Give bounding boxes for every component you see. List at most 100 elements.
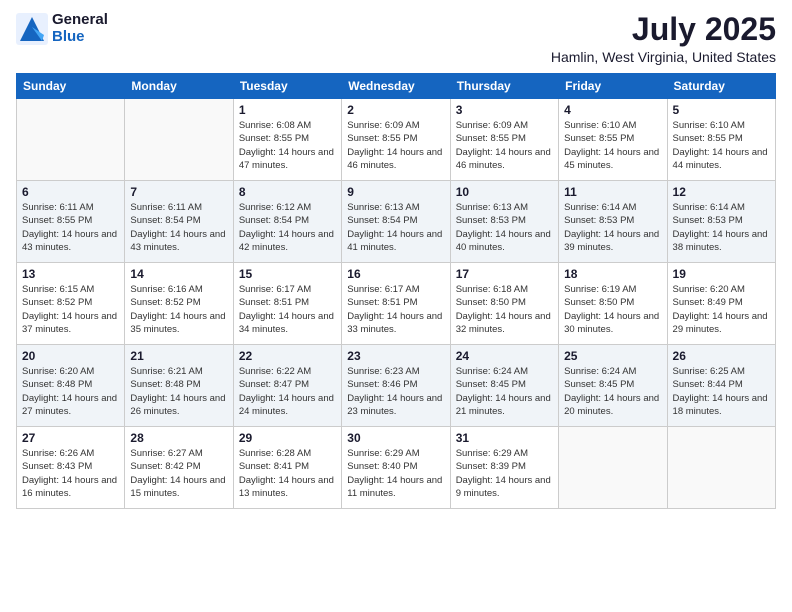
day-info: Sunrise: 6:08 AM Sunset: 8:55 PM Dayligh… xyxy=(239,119,336,172)
col-wednesday: Wednesday xyxy=(342,74,450,99)
day-number: 30 xyxy=(347,431,444,445)
day-info: Sunrise: 6:23 AM Sunset: 8:46 PM Dayligh… xyxy=(347,365,444,418)
day-info: Sunrise: 6:17 AM Sunset: 8:51 PM Dayligh… xyxy=(347,283,444,336)
day-number: 27 xyxy=(22,431,119,445)
table-row: 19 Sunrise: 6:20 AM Sunset: 8:49 PM Dayli… xyxy=(667,263,775,345)
logo: General Blue xyxy=(16,12,108,45)
table-row: 31 Sunrise: 6:29 AM Sunset: 8:39 PM Dayli… xyxy=(450,427,558,509)
day-info: Sunrise: 6:24 AM Sunset: 8:45 PM Dayligh… xyxy=(456,365,553,418)
day-number: 12 xyxy=(673,185,770,199)
logo-text: General Blue xyxy=(52,12,108,45)
day-info: Sunrise: 6:20 AM Sunset: 8:48 PM Dayligh… xyxy=(22,365,119,418)
table-row: 29 Sunrise: 6:28 AM Sunset: 8:41 PM Dayli… xyxy=(233,427,341,509)
table-row: 14 Sunrise: 6:16 AM Sunset: 8:52 PM Dayli… xyxy=(125,263,233,345)
table-row: 25 Sunrise: 6:24 AM Sunset: 8:45 PM Dayli… xyxy=(559,345,667,427)
day-info: Sunrise: 6:29 AM Sunset: 8:40 PM Dayligh… xyxy=(347,447,444,500)
day-info: Sunrise: 6:16 AM Sunset: 8:52 PM Dayligh… xyxy=(130,283,227,336)
table-row: 23Sunrise: 6:23 AM Sunset: 8:46 PM Dayli… xyxy=(342,345,450,427)
day-number: 3 xyxy=(456,103,553,117)
col-monday: Monday xyxy=(125,74,233,99)
day-number: 6 xyxy=(22,185,119,199)
calendar-week-row: 27 Sunrise: 6:26 AM Sunset: 8:43 PM Dayli… xyxy=(17,427,776,509)
table-row: 22 Sunrise: 6:22 AM Sunset: 8:47 PM Dayli… xyxy=(233,345,341,427)
day-info: Sunrise: 6:29 AM Sunset: 8:39 PM Dayligh… xyxy=(456,447,553,500)
header: General Blue July 2025 Hamlin, West Virg… xyxy=(16,12,776,65)
day-number: 4 xyxy=(564,103,661,117)
day-number: 11 xyxy=(564,185,661,199)
day-number: 19 xyxy=(673,267,770,281)
day-info: Sunrise: 6:25 AM Sunset: 8:44 PM Dayligh… xyxy=(673,365,770,418)
day-info: Sunrise: 6:15 AM Sunset: 8:52 PM Dayligh… xyxy=(22,283,119,336)
logo-general: General xyxy=(52,12,108,29)
day-info: Sunrise: 6:18 AM Sunset: 8:50 PM Dayligh… xyxy=(456,283,553,336)
table-row: 6 Sunrise: 6:11 AM Sunset: 8:55 PM Daylig… xyxy=(17,181,125,263)
table-row: 26 Sunrise: 6:25 AM Sunset: 8:44 PM Dayli… xyxy=(667,345,775,427)
table-row: 8 Sunrise: 6:12 AM Sunset: 8:54 PM Daylig… xyxy=(233,181,341,263)
table-row: 3 Sunrise: 6:09 AM Sunset: 8:55 PM Daylig… xyxy=(450,99,558,181)
day-number: 24 xyxy=(456,349,553,363)
day-info: Sunrise: 6:12 AM Sunset: 8:54 PM Dayligh… xyxy=(239,201,336,254)
logo-icon xyxy=(16,13,48,45)
day-info: Sunrise: 6:09 AM Sunset: 8:55 PM Dayligh… xyxy=(347,119,444,172)
day-info: Sunrise: 6:24 AM Sunset: 8:45 PM Dayligh… xyxy=(564,365,661,418)
day-info: Sunrise: 6:19 AM Sunset: 8:50 PM Dayligh… xyxy=(564,283,661,336)
table-row: 5 Sunrise: 6:10 AM Sunset: 8:55 PM Daylig… xyxy=(667,99,775,181)
table-row: 16 Sunrise: 6:17 AM Sunset: 8:51 PM Dayli… xyxy=(342,263,450,345)
table-row xyxy=(667,427,775,509)
day-number: 13 xyxy=(22,267,119,281)
calendar-week-row: 13 Sunrise: 6:15 AM Sunset: 8:52 PM Dayli… xyxy=(17,263,776,345)
table-row: 20Sunrise: 6:20 AM Sunset: 8:48 PM Dayli… xyxy=(17,345,125,427)
day-info: Sunrise: 6:11 AM Sunset: 8:54 PM Dayligh… xyxy=(130,201,227,254)
table-row: 2Sunrise: 6:09 AM Sunset: 8:55 PM Daylig… xyxy=(342,99,450,181)
day-info: Sunrise: 6:11 AM Sunset: 8:55 PM Dayligh… xyxy=(22,201,119,254)
day-number: 31 xyxy=(456,431,553,445)
day-number: 22 xyxy=(239,349,336,363)
day-info: Sunrise: 6:10 AM Sunset: 8:55 PM Dayligh… xyxy=(673,119,770,172)
calendar-week-row: 1Sunrise: 6:08 AM Sunset: 8:55 PM Daylig… xyxy=(17,99,776,181)
day-info: Sunrise: 6:26 AM Sunset: 8:43 PM Dayligh… xyxy=(22,447,119,500)
day-number: 25 xyxy=(564,349,661,363)
day-number: 29 xyxy=(239,431,336,445)
day-info: Sunrise: 6:22 AM Sunset: 8:47 PM Dayligh… xyxy=(239,365,336,418)
table-row: 30 Sunrise: 6:29 AM Sunset: 8:40 PM Dayli… xyxy=(342,427,450,509)
day-number: 8 xyxy=(239,185,336,199)
day-number: 21 xyxy=(130,349,227,363)
day-info: Sunrise: 6:21 AM Sunset: 8:48 PM Dayligh… xyxy=(130,365,227,418)
table-row xyxy=(17,99,125,181)
day-number: 18 xyxy=(564,267,661,281)
table-row: 28Sunrise: 6:27 AM Sunset: 8:42 PM Dayli… xyxy=(125,427,233,509)
table-row: 18 Sunrise: 6:19 AM Sunset: 8:50 PM Dayli… xyxy=(559,263,667,345)
day-number: 26 xyxy=(673,349,770,363)
col-saturday: Saturday xyxy=(667,74,775,99)
day-number: 5 xyxy=(673,103,770,117)
calendar-week-row: 20Sunrise: 6:20 AM Sunset: 8:48 PM Dayli… xyxy=(17,345,776,427)
day-info: Sunrise: 6:17 AM Sunset: 8:51 PM Dayligh… xyxy=(239,283,336,336)
table-row: 11 Sunrise: 6:14 AM Sunset: 8:53 PM Dayli… xyxy=(559,181,667,263)
day-number: 10 xyxy=(456,185,553,199)
day-info: Sunrise: 6:13 AM Sunset: 8:54 PM Dayligh… xyxy=(347,201,444,254)
page: General Blue July 2025 Hamlin, West Virg… xyxy=(0,0,792,612)
day-number: 28 xyxy=(130,431,227,445)
table-row: 4Sunrise: 6:10 AM Sunset: 8:55 PM Daylig… xyxy=(559,99,667,181)
calendar: Sunday Monday Tuesday Wednesday Thursday… xyxy=(16,73,776,509)
subtitle: Hamlin, West Virginia, United States xyxy=(551,49,776,65)
table-row: 17 Sunrise: 6:18 AM Sunset: 8:50 PM Dayli… xyxy=(450,263,558,345)
day-info: Sunrise: 6:14 AM Sunset: 8:53 PM Dayligh… xyxy=(564,201,661,254)
day-info: Sunrise: 6:28 AM Sunset: 8:41 PM Dayligh… xyxy=(239,447,336,500)
col-sunday: Sunday xyxy=(17,74,125,99)
day-number: 17 xyxy=(456,267,553,281)
day-number: 7 xyxy=(130,185,227,199)
table-row: 12Sunrise: 6:14 AM Sunset: 8:53 PM Dayli… xyxy=(667,181,775,263)
col-tuesday: Tuesday xyxy=(233,74,341,99)
table-row: 21 Sunrise: 6:21 AM Sunset: 8:48 PM Dayli… xyxy=(125,345,233,427)
day-info: Sunrise: 6:09 AM Sunset: 8:55 PM Dayligh… xyxy=(456,119,553,172)
day-number: 16 xyxy=(347,267,444,281)
table-row: 10Sunrise: 6:13 AM Sunset: 8:53 PM Dayli… xyxy=(450,181,558,263)
day-info: Sunrise: 6:20 AM Sunset: 8:49 PM Dayligh… xyxy=(673,283,770,336)
main-title: July 2025 xyxy=(551,12,776,47)
col-thursday: Thursday xyxy=(450,74,558,99)
day-number: 14 xyxy=(130,267,227,281)
title-block: July 2025 Hamlin, West Virginia, United … xyxy=(551,12,776,65)
table-row xyxy=(559,427,667,509)
table-row: 9Sunrise: 6:13 AM Sunset: 8:54 PM Daylig… xyxy=(342,181,450,263)
